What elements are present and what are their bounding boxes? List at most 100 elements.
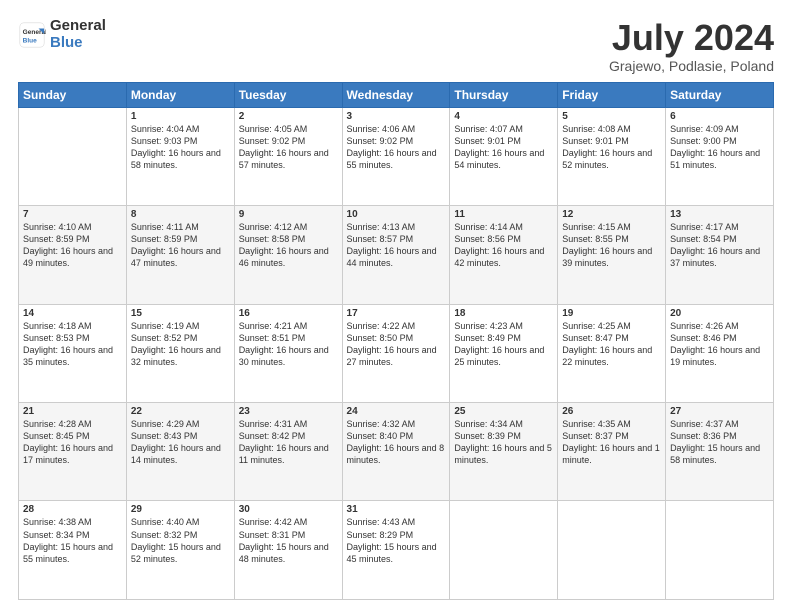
svg-text:Blue: Blue <box>23 37 37 44</box>
day-number: 22 <box>131 406 230 417</box>
cell-content: Sunrise: 4:22 AMSunset: 8:50 PMDaylight:… <box>347 320 446 369</box>
day-cell <box>450 501 558 600</box>
logo-general: General <box>50 18 106 35</box>
day-cell: 22Sunrise: 4:29 AMSunset: 8:43 PMDayligh… <box>126 403 234 501</box>
day-number: 31 <box>347 504 446 515</box>
week-row-3: 14Sunrise: 4:18 AMSunset: 8:53 PMDayligh… <box>19 304 774 402</box>
week-row-5: 28Sunrise: 4:38 AMSunset: 8:34 PMDayligh… <box>19 501 774 600</box>
day-cell: 23Sunrise: 4:31 AMSunset: 8:42 PMDayligh… <box>234 403 342 501</box>
day-cell: 14Sunrise: 4:18 AMSunset: 8:53 PMDayligh… <box>19 304 127 402</box>
title-block: July 2024 Grajewo, Podlasie, Poland <box>609 18 774 74</box>
day-cell: 17Sunrise: 4:22 AMSunset: 8:50 PMDayligh… <box>342 304 450 402</box>
day-cell: 11Sunrise: 4:14 AMSunset: 8:56 PMDayligh… <box>450 206 558 304</box>
cell-content: Sunrise: 4:13 AMSunset: 8:57 PMDaylight:… <box>347 221 446 270</box>
day-number: 25 <box>454 406 553 417</box>
day-cell: 29Sunrise: 4:40 AMSunset: 8:32 PMDayligh… <box>126 501 234 600</box>
day-cell: 1Sunrise: 4:04 AMSunset: 9:03 PMDaylight… <box>126 107 234 205</box>
day-number: 24 <box>347 406 446 417</box>
cell-content: Sunrise: 4:19 AMSunset: 8:52 PMDaylight:… <box>131 320 230 369</box>
cell-content: Sunrise: 4:08 AMSunset: 9:01 PMDaylight:… <box>562 123 661 172</box>
day-number: 16 <box>239 308 338 319</box>
calendar-table: Sunday Monday Tuesday Wednesday Thursday… <box>18 82 774 600</box>
cell-content: Sunrise: 4:09 AMSunset: 9:00 PMDaylight:… <box>670 123 769 172</box>
subtitle: Grajewo, Podlasie, Poland <box>609 58 774 74</box>
cell-content: Sunrise: 4:28 AMSunset: 8:45 PMDaylight:… <box>23 418 122 467</box>
day-number: 28 <box>23 504 122 515</box>
day-cell <box>558 501 666 600</box>
cell-content: Sunrise: 4:18 AMSunset: 8:53 PMDaylight:… <box>23 320 122 369</box>
day-number: 14 <box>23 308 122 319</box>
day-number: 9 <box>239 209 338 220</box>
day-cell: 3Sunrise: 4:06 AMSunset: 9:02 PMDaylight… <box>342 107 450 205</box>
day-cell: 30Sunrise: 4:42 AMSunset: 8:31 PMDayligh… <box>234 501 342 600</box>
logo-text: General Blue <box>50 18 106 51</box>
day-number: 6 <box>670 111 769 122</box>
day-cell: 24Sunrise: 4:32 AMSunset: 8:40 PMDayligh… <box>342 403 450 501</box>
cell-content: Sunrise: 4:43 AMSunset: 8:29 PMDaylight:… <box>347 516 446 565</box>
cell-content: Sunrise: 4:42 AMSunset: 8:31 PMDaylight:… <box>239 516 338 565</box>
day-cell <box>19 107 127 205</box>
day-cell: 16Sunrise: 4:21 AMSunset: 8:51 PMDayligh… <box>234 304 342 402</box>
day-cell: 28Sunrise: 4:38 AMSunset: 8:34 PMDayligh… <box>19 501 127 600</box>
cell-content: Sunrise: 4:34 AMSunset: 8:39 PMDaylight:… <box>454 418 553 467</box>
main-title: July 2024 <box>609 18 774 58</box>
day-cell: 9Sunrise: 4:12 AMSunset: 8:58 PMDaylight… <box>234 206 342 304</box>
cell-content: Sunrise: 4:29 AMSunset: 8:43 PMDaylight:… <box>131 418 230 467</box>
cell-content: Sunrise: 4:05 AMSunset: 9:02 PMDaylight:… <box>239 123 338 172</box>
cell-content: Sunrise: 4:12 AMSunset: 8:58 PMDaylight:… <box>239 221 338 270</box>
cell-content: Sunrise: 4:32 AMSunset: 8:40 PMDaylight:… <box>347 418 446 467</box>
day-cell: 2Sunrise: 4:05 AMSunset: 9:02 PMDaylight… <box>234 107 342 205</box>
cell-content: Sunrise: 4:06 AMSunset: 9:02 PMDaylight:… <box>347 123 446 172</box>
day-number: 8 <box>131 209 230 220</box>
week-row-4: 21Sunrise: 4:28 AMSunset: 8:45 PMDayligh… <box>19 403 774 501</box>
col-tuesday: Tuesday <box>234 82 342 107</box>
day-cell: 20Sunrise: 4:26 AMSunset: 8:46 PMDayligh… <box>666 304 774 402</box>
cell-content: Sunrise: 4:40 AMSunset: 8:32 PMDaylight:… <box>131 516 230 565</box>
cell-content: Sunrise: 4:38 AMSunset: 8:34 PMDaylight:… <box>23 516 122 565</box>
day-number: 29 <box>131 504 230 515</box>
cell-content: Sunrise: 4:11 AMSunset: 8:59 PMDaylight:… <box>131 221 230 270</box>
col-sunday: Sunday <box>19 82 127 107</box>
cell-content: Sunrise: 4:14 AMSunset: 8:56 PMDaylight:… <box>454 221 553 270</box>
day-number: 5 <box>562 111 661 122</box>
day-cell: 31Sunrise: 4:43 AMSunset: 8:29 PMDayligh… <box>342 501 450 600</box>
header-row: Sunday Monday Tuesday Wednesday Thursday… <box>19 82 774 107</box>
day-number: 21 <box>23 406 122 417</box>
cell-content: Sunrise: 4:07 AMSunset: 9:01 PMDaylight:… <box>454 123 553 172</box>
day-number: 15 <box>131 308 230 319</box>
day-cell <box>666 501 774 600</box>
cell-content: Sunrise: 4:26 AMSunset: 8:46 PMDaylight:… <box>670 320 769 369</box>
logo-icon: General Blue <box>18 21 46 49</box>
day-cell: 15Sunrise: 4:19 AMSunset: 8:52 PMDayligh… <box>126 304 234 402</box>
cell-content: Sunrise: 4:25 AMSunset: 8:47 PMDaylight:… <box>562 320 661 369</box>
day-number: 18 <box>454 308 553 319</box>
cell-content: Sunrise: 4:35 AMSunset: 8:37 PMDaylight:… <box>562 418 661 467</box>
day-number: 30 <box>239 504 338 515</box>
cell-content: Sunrise: 4:15 AMSunset: 8:55 PMDaylight:… <box>562 221 661 270</box>
day-number: 13 <box>670 209 769 220</box>
day-cell: 25Sunrise: 4:34 AMSunset: 8:39 PMDayligh… <box>450 403 558 501</box>
col-monday: Monday <box>126 82 234 107</box>
day-number: 27 <box>670 406 769 417</box>
cell-content: Sunrise: 4:21 AMSunset: 8:51 PMDaylight:… <box>239 320 338 369</box>
day-number: 7 <box>23 209 122 220</box>
cell-content: Sunrise: 4:37 AMSunset: 8:36 PMDaylight:… <box>670 418 769 467</box>
day-cell: 4Sunrise: 4:07 AMSunset: 9:01 PMDaylight… <box>450 107 558 205</box>
day-cell: 10Sunrise: 4:13 AMSunset: 8:57 PMDayligh… <box>342 206 450 304</box>
day-cell: 21Sunrise: 4:28 AMSunset: 8:45 PMDayligh… <box>19 403 127 501</box>
cell-content: Sunrise: 4:17 AMSunset: 8:54 PMDaylight:… <box>670 221 769 270</box>
cell-content: Sunrise: 4:31 AMSunset: 8:42 PMDaylight:… <box>239 418 338 467</box>
day-number: 26 <box>562 406 661 417</box>
day-cell: 12Sunrise: 4:15 AMSunset: 8:55 PMDayligh… <box>558 206 666 304</box>
logo-blue: Blue <box>50 35 106 52</box>
day-cell: 27Sunrise: 4:37 AMSunset: 8:36 PMDayligh… <box>666 403 774 501</box>
day-number: 20 <box>670 308 769 319</box>
cell-content: Sunrise: 4:10 AMSunset: 8:59 PMDaylight:… <box>23 221 122 270</box>
day-number: 2 <box>239 111 338 122</box>
day-cell: 26Sunrise: 4:35 AMSunset: 8:37 PMDayligh… <box>558 403 666 501</box>
day-number: 23 <box>239 406 338 417</box>
col-friday: Friday <box>558 82 666 107</box>
logo: General Blue General Blue <box>18 18 106 51</box>
day-cell: 18Sunrise: 4:23 AMSunset: 8:49 PMDayligh… <box>450 304 558 402</box>
day-cell: 19Sunrise: 4:25 AMSunset: 8:47 PMDayligh… <box>558 304 666 402</box>
